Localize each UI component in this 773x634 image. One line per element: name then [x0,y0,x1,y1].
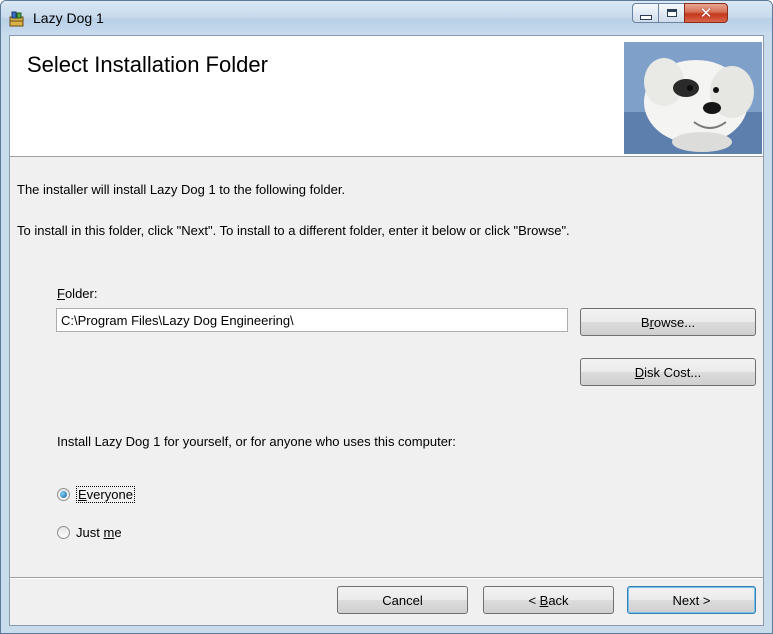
header-banner: Select Installation Folder [10,36,763,157]
install-scope-prompt: Install Lazy Dog 1 for yourself, or for … [57,434,456,449]
disk-cost-button[interactable]: Disk Cost... [580,358,756,386]
next-button-label: Next > [672,592,711,608]
minimize-button[interactable] [632,3,659,23]
browse-button[interactable]: Browse... [580,308,756,336]
radio-just-me[interactable]: Just me [57,525,122,540]
radio-just-me-indicator[interactable] [57,526,70,539]
title-bar[interactable]: Lazy Dog 1 ✕ [1,1,772,35]
dialog-client-area: Select Installation Folder The installer… [9,35,764,626]
minimize-icon [639,14,652,20]
browse-button-label: Browse... [640,314,696,330]
next-button[interactable]: Next > [627,586,756,614]
cancel-button[interactable]: Cancel [337,586,468,614]
dog-painting-image [624,42,762,154]
radio-everyone-label: Everyone [76,486,135,503]
maximize-icon [666,9,677,17]
cancel-button-label: Cancel [382,592,423,608]
folder-label-text: older: [64,286,98,301]
intro-text: The installer will install Lazy Dog 1 to… [17,182,346,197]
page-title: Select Installation Folder [27,52,268,77]
back-button[interactable]: < Back [483,586,614,614]
folder-path-input[interactable] [56,308,568,332]
back-button-label: < Back [528,592,569,608]
radio-just-me-label: Just me [76,525,122,540]
radio-everyone[interactable]: Everyone [57,486,135,503]
close-button[interactable]: ✕ [684,3,728,23]
installer-window: Lazy Dog 1 ✕ Select Installation Folder [0,0,773,634]
instruction-text: To install in this folder, click "Next".… [17,223,570,238]
folder-label-mnemonic: F [57,286,65,301]
folder-label: Folder: [57,286,97,301]
installer-icon [9,11,25,27]
radio-everyone-indicator[interactable] [57,488,70,501]
maximize-button[interactable] [658,3,685,23]
footer-divider [10,577,763,579]
disk-cost-button-label: Disk Cost... [634,364,702,380]
window-title: Lazy Dog 1 [33,10,104,26]
close-icon: ✕ [699,4,713,22]
